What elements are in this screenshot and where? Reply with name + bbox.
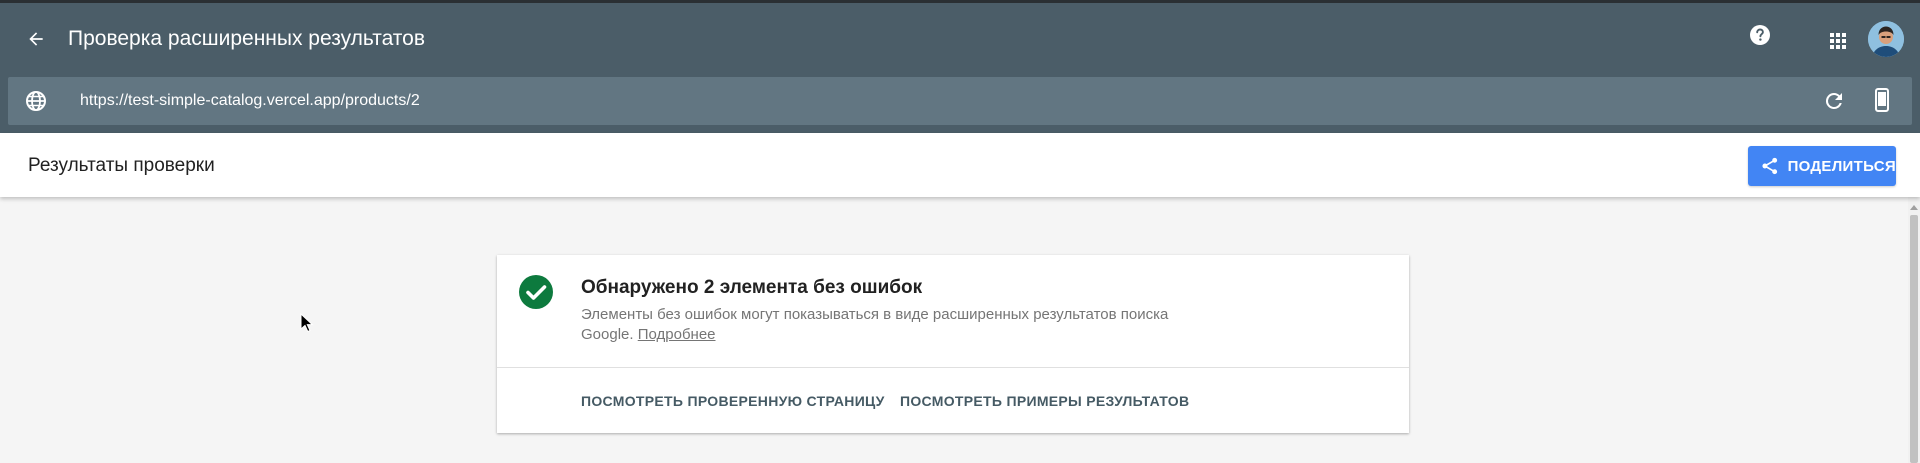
mouse-pointer-icon	[300, 313, 314, 333]
help-icon	[1750, 25, 1770, 45]
check-circle-icon	[519, 275, 553, 309]
avatar-image	[1868, 21, 1904, 57]
result-title: Обнаружено 2 элемента без ошибок	[581, 277, 923, 298]
apps-grid-icon	[1830, 33, 1846, 49]
view-tested-page-button[interactable]: ПОСМОТРЕТЬ ПРОВЕРЕННУЮ СТРАНИЦУ	[581, 393, 885, 409]
url-bar: https://test-simple-catalog.vercel.app/p…	[8, 77, 1912, 125]
arrow-back-icon	[29, 32, 43, 46]
app-bar: Проверка расширенных результатов https:/…	[0, 3, 1920, 133]
share-icon	[1762, 157, 1778, 175]
scroll-up-arrow-icon[interactable]	[1910, 205, 1918, 210]
app-title: Проверка расширенных результатов	[68, 27, 426, 50]
share-button-label: ПОДЕЛИТЬСЯ	[1787, 157, 1896, 175]
globe-icon	[26, 91, 46, 111]
help-button[interactable]	[1746, 21, 1774, 49]
apps-button[interactable]	[1822, 25, 1854, 57]
result-summary-card: Обнаружено 2 элемента без ошибок Элемент…	[497, 255, 1409, 433]
results-header: Результаты проверки ПОДЕЛИТЬСЯ	[0, 133, 1920, 197]
scrollbar[interactable]	[1908, 197, 1920, 463]
smartphone-icon[interactable]	[1870, 87, 1894, 113]
card-divider	[497, 367, 1409, 368]
learn-more-link[interactable]: Подробнее	[638, 326, 716, 343]
app-bar-row: Проверка расширенных результатов	[0, 3, 1920, 75]
back-button[interactable]	[20, 23, 52, 55]
results-title: Результаты проверки	[28, 155, 215, 176]
result-description: Элементы без ошибок могут показываться в…	[581, 305, 1181, 345]
url-input[interactable]: https://test-simple-catalog.vercel.app/p…	[80, 92, 420, 110]
scroll-thumb[interactable]	[1910, 215, 1918, 463]
user-avatar[interactable]	[1868, 21, 1904, 57]
share-button[interactable]: ПОДЕЛИТЬСЯ	[1748, 146, 1896, 186]
view-result-examples-button[interactable]: ПОСМОТРЕТЬ ПРИМЕРЫ РЕЗУЛЬТАТОВ	[900, 393, 1189, 409]
results-content: Обнаружено 2 элемента без ошибок Элемент…	[0, 197, 1908, 463]
reload-icon[interactable]	[1822, 89, 1846, 113]
